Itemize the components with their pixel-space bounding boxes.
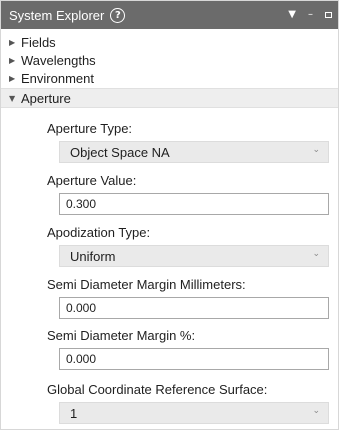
title-bar: System Explorer ? ▼ – bbox=[1, 1, 338, 29]
apodization-type-label: Apodization Type: bbox=[47, 225, 151, 240]
tree-item-label: Wavelengths bbox=[21, 52, 96, 68]
aperture-type-label: Aperture Type: bbox=[47, 121, 133, 136]
minimize-icon[interactable]: – bbox=[308, 10, 313, 20]
sd-margin-pct-input[interactable]: 0.000 bbox=[59, 348, 329, 370]
global-ref-surface-dropdown[interactable]: 1 ⌄ bbox=[59, 402, 329, 424]
tree-item-environment[interactable]: ▶ Environment bbox=[1, 69, 338, 87]
expand-arrow-icon[interactable]: ▶ bbox=[9, 38, 21, 47]
help-icon[interactable]: ? bbox=[110, 7, 126, 23]
collapse-arrow-icon[interactable]: ▼ bbox=[9, 94, 21, 103]
sd-margin-pct-text: 0.000 bbox=[66, 352, 97, 366]
panel-title: System Explorer bbox=[9, 7, 105, 23]
window-controls: ▼ – bbox=[288, 1, 332, 29]
restore-icon[interactable] bbox=[325, 12, 332, 18]
apodization-type-dropdown[interactable]: Uniform ⌄ bbox=[59, 245, 329, 267]
expand-arrow-icon[interactable]: ▶ bbox=[9, 74, 21, 83]
chevron-down-icon[interactable]: ⌄ bbox=[312, 249, 320, 259]
aperture-value-input[interactable]: 0.300 bbox=[59, 193, 329, 215]
tree-item-aperture[interactable]: ▼ Aperture bbox=[1, 88, 338, 108]
sd-margin-mm-input[interactable]: 0.000 bbox=[59, 297, 329, 319]
aperture-value-label: Aperture Value: bbox=[47, 173, 137, 188]
sd-margin-pct-label: Semi Diameter Margin %: bbox=[47, 328, 196, 343]
chevron-down-icon[interactable]: ⌄ bbox=[312, 406, 320, 416]
expand-arrow-icon[interactable]: ▶ bbox=[9, 56, 21, 65]
tree-item-label: Environment bbox=[21, 70, 94, 86]
global-ref-surface-label: Global Coordinate Reference Surface: bbox=[47, 382, 268, 397]
panel-menu-dropdown-icon[interactable]: ▼ bbox=[288, 10, 296, 20]
aperture-type-value: Object Space NA bbox=[70, 144, 170, 160]
sd-margin-mm-label: Semi Diameter Margin Millimeters: bbox=[47, 277, 246, 292]
tree-item-fields[interactable]: ▶ Fields bbox=[1, 33, 338, 51]
system-explorer-panel: System Explorer ? ▼ – ▶ Fields ▶ Wavelen… bbox=[0, 0, 339, 430]
tree-item-wavelengths[interactable]: ▶ Wavelengths bbox=[1, 51, 338, 69]
aperture-value-text: 0.300 bbox=[66, 197, 97, 211]
tree-item-label: Fields bbox=[21, 34, 56, 50]
chevron-down-icon[interactable]: ⌄ bbox=[312, 145, 320, 155]
apodization-type-value: Uniform bbox=[70, 248, 116, 264]
tree-item-label: Aperture bbox=[21, 90, 71, 106]
aperture-type-dropdown[interactable]: Object Space NA ⌄ bbox=[59, 141, 329, 163]
sd-margin-mm-text: 0.000 bbox=[66, 301, 97, 315]
global-ref-surface-value: 1 bbox=[70, 405, 78, 421]
